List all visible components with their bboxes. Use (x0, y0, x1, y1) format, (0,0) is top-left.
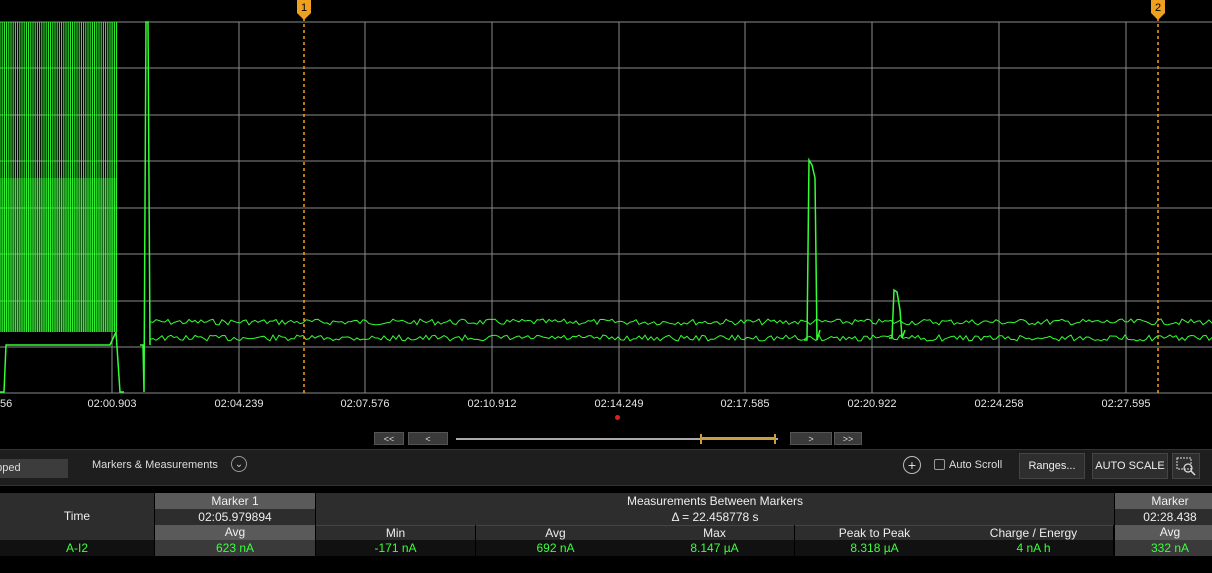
x-tick-label: 02:10.912 (467, 398, 517, 410)
between-value-text: 8.147 µA (690, 541, 739, 555)
between-delta: Δ = 22.458778 s (316, 509, 1114, 525)
channel-row-label: A-I2 (0, 540, 154, 556)
time-scrollbar[interactable]: << < > >> (0, 431, 1212, 447)
current-trace (0, 21, 1212, 393)
between-col-value: 8.318 µA (795, 540, 954, 556)
marker2-stat: Avg (1115, 525, 1212, 540)
between-col-label: Max (635, 525, 794, 540)
x-tick-label: 02:24.258 (974, 398, 1024, 410)
between-col-label: Min (316, 525, 475, 540)
time-row-label: Time (0, 509, 154, 540)
trigger-indicator (615, 415, 620, 420)
between-value-text: 8.318 µA (850, 541, 899, 555)
marker-label: 2 (1155, 2, 1161, 14)
trace-spike (140, 21, 151, 393)
trace-baseline (149, 318, 1212, 326)
between-value-text: -171 nA (374, 541, 417, 555)
auto-scroll-label[interactable]: Auto Scroll (949, 459, 1002, 471)
ranges-button[interactable]: Ranges... (1019, 453, 1085, 479)
between-col-label: Avg (476, 525, 635, 540)
chevron-down-icon[interactable]: ⌄ (231, 456, 247, 472)
marker2-time: 02:28.438 (1115, 509, 1212, 525)
x-tick-label: 02:00.903 (87, 398, 137, 410)
x-tick-label: 02:20.922 (847, 398, 897, 410)
trace-left-edge (0, 331, 124, 393)
acquisition-status: opped (0, 459, 68, 478)
scroll-prev-button[interactable]: < (408, 432, 448, 445)
x-tick-label: 02:04.239 (214, 398, 264, 410)
plot-grid (0, 21, 1212, 394)
between-col-label: Peak to Peak (795, 525, 954, 540)
between-col-value: 4 nA h (954, 540, 1113, 556)
between-value-text: 4 nA h (1016, 541, 1051, 555)
toolbar: opped Markers & Measurements ⌄ + Auto Sc… (0, 449, 1212, 486)
channel-label: A-I2 (65, 541, 88, 555)
x-tick-label: 02:07.576 (340, 398, 390, 410)
between-col-value: 8.147 µA (635, 540, 794, 556)
scroll-last-button[interactable]: >> (834, 432, 862, 445)
trace-peak (889, 288, 906, 339)
marker-2: 2 (1151, 0, 1165, 393)
marker1-time: 02:05.979894 (155, 509, 315, 525)
marker2-value: 332 nA (1115, 540, 1212, 556)
auto-scroll-checkbox[interactable] (934, 459, 945, 470)
x-tick-label: 02:17.585 (720, 398, 770, 410)
marker1-title: Marker 1 (155, 493, 315, 509)
scroll-next-button[interactable]: > (790, 432, 832, 445)
x-tick-label: 56 (0, 398, 13, 410)
crosshair-icon[interactable]: + (903, 456, 921, 474)
marker2-title: Marker (1115, 493, 1212, 509)
x-tick-label: 02:27.595 (1101, 398, 1151, 410)
zoom-icon[interactable] (1172, 453, 1200, 479)
between-col-label: Charge / Energy (954, 525, 1113, 540)
trace-peak (804, 157, 821, 341)
marker1-stat: Avg (155, 525, 315, 540)
marker-label: 1 (301, 2, 307, 14)
markers-measurements-label[interactable]: Markers & Measurements (92, 459, 218, 471)
label-header-blank (0, 493, 154, 509)
measurements-table: Time A-I2 Marker 1 02:05.979894 Avg 623 … (0, 493, 1212, 556)
markers: 12 (297, 0, 1165, 393)
trace-baseline (149, 333, 1212, 342)
between-title: Measurements Between Markers (316, 493, 1114, 509)
marker1-value: 623 nA (155, 540, 315, 556)
waveform-plot[interactable]: 12 (0, 0, 1212, 395)
x-tick-label: 02:14.249 (594, 398, 644, 410)
scroll-thumb[interactable] (700, 434, 776, 444)
auto-scale-button[interactable]: AUTO SCALE (1092, 453, 1168, 479)
between-col-value: -171 nA (316, 540, 475, 556)
marker-1: 1 (297, 0, 311, 393)
time-label: Time (63, 509, 91, 523)
scroll-first-button[interactable]: << (374, 432, 404, 445)
between-value-text: 692 nA (536, 541, 575, 555)
between-col-value: 692 nA (476, 540, 635, 556)
